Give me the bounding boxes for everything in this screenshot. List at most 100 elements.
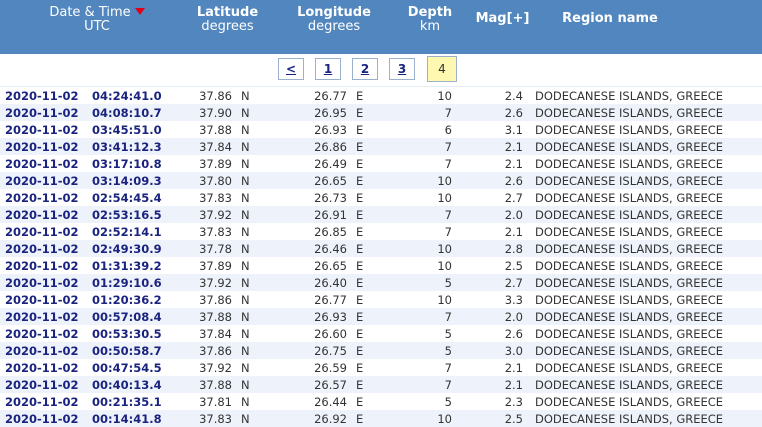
row-lat-hemisphere: N <box>232 308 257 325</box>
row-time[interactable]: 04:08:10.7 <box>92 104 187 121</box>
row-date[interactable]: 2020-11-02 <box>0 325 92 342</box>
row-time[interactable]: 00:14:41.8 <box>92 410 187 427</box>
table-row[interactable]: 2020-11-02 03:17:10.8 37.89 N 26.49 E 7 2.1 DODE… <box>0 155 762 172</box>
table-row[interactable]: 2020-11-02 04:08:10.7 37.90 N 26.95 E 7 2.6 DODE… <box>0 104 762 121</box>
row-date[interactable]: 2020-11-02 <box>0 393 92 410</box>
row-date[interactable]: 2020-11-02 <box>0 376 92 393</box>
row-date[interactable]: 2020-11-02 <box>0 189 92 206</box>
row-date[interactable]: 2020-11-02 <box>0 155 92 172</box>
row-depth: 5 <box>377 342 452 359</box>
table-row[interactable]: 2020-11-02 02:52:14.1 37.83 N 26.85 E 7 2.1 DODE… <box>0 223 762 240</box>
row-time[interactable]: 00:40:13.4 <box>92 376 187 393</box>
row-latitude: 37.92 <box>187 206 232 223</box>
row-date[interactable]: 2020-11-02 <box>0 274 92 291</box>
table-row[interactable]: 2020-11-02 00:57:08.4 37.88 N 26.93 E 7 2.0 DODE… <box>0 308 762 325</box>
row-lon-hemisphere: E <box>347 342 377 359</box>
sort-desc-icon[interactable] <box>134 8 145 15</box>
row-time[interactable]: 00:21:35.1 <box>92 393 187 410</box>
row-time[interactable]: 01:29:10.6 <box>92 274 187 291</box>
row-time[interactable]: 00:53:30.5 <box>92 325 187 342</box>
row-lon-hemisphere: E <box>347 291 377 308</box>
row-time[interactable]: 03:41:12.3 <box>92 138 187 155</box>
row-date[interactable]: 2020-11-02 <box>0 104 92 121</box>
row-date[interactable]: 2020-11-02 <box>0 308 92 325</box>
header-depth-sub: km <box>419 19 441 34</box>
row-date[interactable]: 2020-11-02 <box>0 172 92 189</box>
row-date[interactable]: 2020-11-02 <box>0 410 92 427</box>
pager-page-3[interactable]: 3 <box>389 58 415 80</box>
row-time[interactable]: 00:47:54.5 <box>92 359 187 376</box>
table-row[interactable]: 2020-11-02 03:14:09.3 37.80 N 26.65 E 10 2.6 DOD… <box>0 172 762 189</box>
header-latitude: Latitude degrees <box>190 6 265 34</box>
table-row[interactable]: 2020-11-02 03:45:51.0 37.88 N 26.93 E 6 3.1 DODE… <box>0 121 762 138</box>
row-region: DODECANESE ISLANDS, GREECE <box>527 206 762 223</box>
header-mag-title[interactable]: Mag[+] <box>470 12 535 26</box>
row-date[interactable]: 2020-11-02 <box>0 223 92 240</box>
row-depth: 7 <box>377 138 452 155</box>
row-date[interactable]: 2020-11-02 <box>0 240 92 257</box>
row-time[interactable]: 03:17:10.8 <box>92 155 187 172</box>
table-row[interactable]: 2020-11-02 01:29:10.6 37.92 N 26.40 E 5 2.7 DODE… <box>0 274 762 291</box>
header-magnitude[interactable]: Mag[+] <box>470 12 535 26</box>
pager-prev-button[interactable]: < <box>278 58 304 80</box>
header-region-title: Region name <box>562 11 658 26</box>
table-row[interactable]: 2020-11-02 02:54:45.4 37.83 N 26.73 E 10 2.7 DOD… <box>0 189 762 206</box>
row-lat-hemisphere: N <box>232 325 257 342</box>
earthquake-table: 2020-11-02 04:24:41.0 37.86 N 26.77 E 10 2.4 DOD… <box>0 87 762 427</box>
table-row[interactable]: 2020-11-02 00:47:54.5 37.92 N 26.59 E 7 2.1 DODE… <box>0 359 762 376</box>
header-date-title[interactable]: Date & Time <box>49 5 130 20</box>
row-lon-hemisphere: E <box>347 172 377 189</box>
row-depth: 7 <box>377 104 452 121</box>
row-date[interactable]: 2020-11-02 <box>0 359 92 376</box>
row-time[interactable]: 01:20:36.2 <box>92 291 187 308</box>
table-row[interactable]: 2020-11-02 01:20:36.2 37.86 N 26.77 E 10 3.3 DOD… <box>0 291 762 308</box>
row-latitude: 37.80 <box>187 172 232 189</box>
header-depth-title: Depth <box>407 5 453 20</box>
table-row[interactable]: 2020-11-02 04:24:41.0 37.86 N 26.77 E 10 2.4 DOD… <box>0 87 762 104</box>
row-region: DODECANESE ISLANDS, GREECE <box>527 155 762 172</box>
row-lon-hemisphere: E <box>347 376 377 393</box>
row-time[interactable]: 02:53:16.5 <box>92 206 187 223</box>
row-time[interactable]: 04:24:41.0 <box>92 87 187 104</box>
table-row[interactable]: 2020-11-02 00:53:30.5 37.84 N 26.60 E 5 2.6 DODE… <box>0 325 762 342</box>
row-time[interactable]: 03:45:51.0 <box>92 121 187 138</box>
header-date-time[interactable]: Date & Time UTC <box>22 6 172 34</box>
row-time[interactable]: 02:54:45.4 <box>92 189 187 206</box>
table-row[interactable]: 2020-11-02 00:40:13.4 37.88 N 26.57 E 7 2.1 DODE… <box>0 376 762 393</box>
row-date[interactable]: 2020-11-02 <box>0 87 92 104</box>
row-date[interactable]: 2020-11-02 <box>0 138 92 155</box>
row-lon-hemisphere: E <box>347 257 377 274</box>
pager-page-2[interactable]: 2 <box>352 58 378 80</box>
row-magnitude: 2.8 <box>452 240 527 257</box>
table-row[interactable]: 2020-11-02 00:21:35.1 37.81 N 26.44 E 5 2.3 DODE… <box>0 393 762 410</box>
row-time[interactable]: 01:31:39.2 <box>92 257 187 274</box>
row-longitude: 26.77 <box>257 291 347 308</box>
table-row[interactable]: 2020-11-02 00:50:58.7 37.86 N 26.75 E 5 3.0 DODE… <box>0 342 762 359</box>
row-time[interactable]: 00:50:58.7 <box>92 342 187 359</box>
row-latitude: 37.84 <box>187 325 232 342</box>
table-row[interactable]: 2020-11-02 00:14:41.8 37.83 N 26.92 E 10 2.5 DOD… <box>0 410 762 427</box>
row-time[interactable]: 02:49:30.9 <box>92 240 187 257</box>
row-lon-hemisphere: E <box>347 189 377 206</box>
row-latitude: 37.89 <box>187 257 232 274</box>
table-row[interactable]: 2020-11-02 03:41:12.3 37.84 N 26.86 E 7 2.1 DODE… <box>0 138 762 155</box>
row-lat-hemisphere: N <box>232 393 257 410</box>
row-date[interactable]: 2020-11-02 <box>0 257 92 274</box>
table-row[interactable]: 2020-11-02 01:31:39.2 37.89 N 26.65 E 10 2.5 DOD… <box>0 257 762 274</box>
row-lon-hemisphere: E <box>347 104 377 121</box>
row-date[interactable]: 2020-11-02 <box>0 342 92 359</box>
row-lon-hemisphere: E <box>347 410 377 427</box>
pager-page-1[interactable]: 1 <box>315 58 341 80</box>
table-row[interactable]: 2020-11-02 02:53:16.5 37.92 N 26.91 E 7 2.0 DODE… <box>0 206 762 223</box>
row-region: DODECANESE ISLANDS, GREECE <box>527 291 762 308</box>
table-row[interactable]: 2020-11-02 02:49:30.9 37.78 N 26.46 E 10 2.8 DOD… <box>0 240 762 257</box>
row-date[interactable]: 2020-11-02 <box>0 291 92 308</box>
row-time[interactable]: 00:57:08.4 <box>92 308 187 325</box>
row-region: DODECANESE ISLANDS, GREECE <box>527 240 762 257</box>
row-date[interactable]: 2020-11-02 <box>0 206 92 223</box>
row-time[interactable]: 02:52:14.1 <box>92 223 187 240</box>
row-time[interactable]: 03:14:09.3 <box>92 172 187 189</box>
row-magnitude: 3.3 <box>452 291 527 308</box>
row-longitude: 26.59 <box>257 359 347 376</box>
row-date[interactable]: 2020-11-02 <box>0 121 92 138</box>
